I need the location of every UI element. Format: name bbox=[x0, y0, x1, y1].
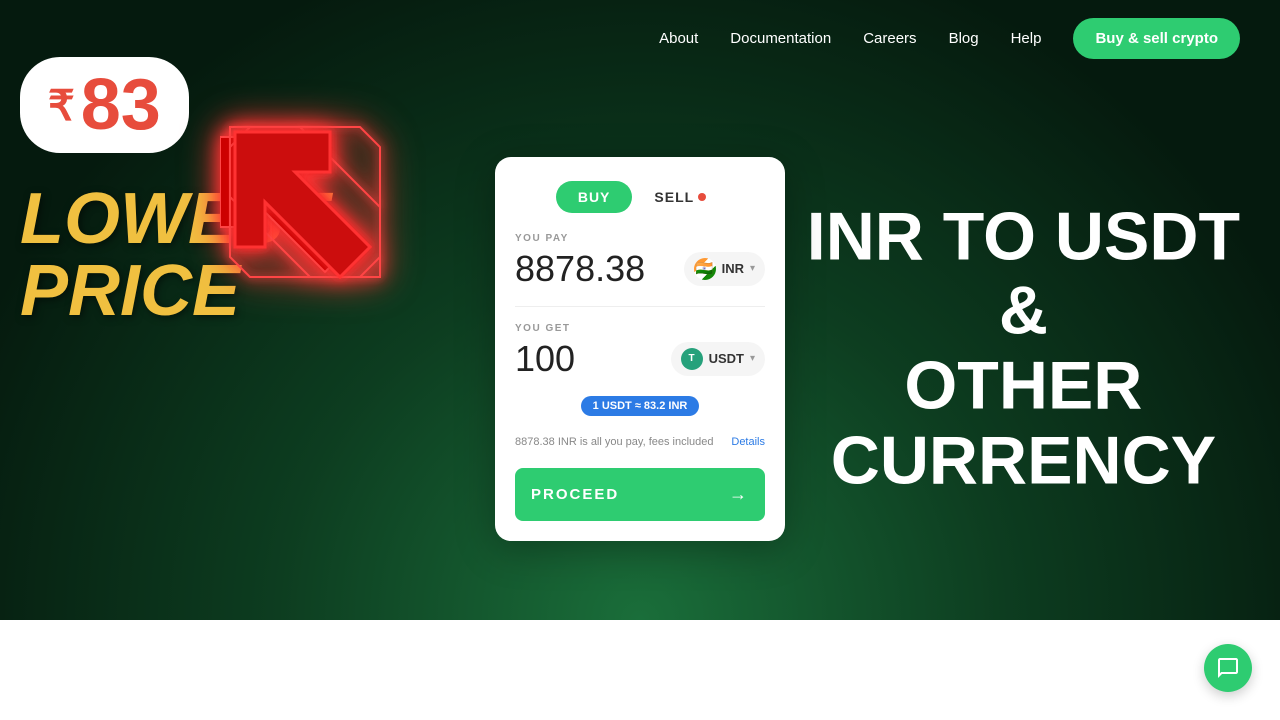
nav-link-careers[interactable]: Careers bbox=[863, 30, 916, 47]
buy-sell-crypto-button[interactable]: Buy & sell crypto bbox=[1073, 18, 1240, 59]
chat-icon bbox=[1216, 656, 1240, 680]
proceed-label: PROCEED bbox=[531, 486, 619, 503]
right-line2: & bbox=[807, 274, 1240, 349]
you-pay-label: YOU PAY bbox=[515, 233, 765, 244]
rate-pill-wrap: 1 USDT ≈ 83.2 INR bbox=[515, 396, 765, 426]
inr-flag: 🇮🇳 bbox=[694, 258, 716, 280]
you-get-row: 100 T USDT ▾ bbox=[515, 338, 765, 380]
left-section: ₹ 83 bbox=[20, 57, 328, 327]
inr-currency-selector[interactable]: 🇮🇳 INR ▾ bbox=[684, 252, 765, 286]
price-badge: ₹ 83 bbox=[20, 57, 189, 153]
price-number: 83 bbox=[81, 69, 161, 141]
tab-buy-button[interactable]: BUY bbox=[556, 181, 633, 213]
right-section: INR TO USDT & OTHER CURRENCY bbox=[807, 199, 1240, 498]
tab-sell-button[interactable]: SELL bbox=[636, 181, 724, 213]
divider bbox=[515, 306, 765, 307]
chevron-down-icon-usdt: ▾ bbox=[750, 353, 755, 364]
details-link[interactable]: Details bbox=[731, 436, 765, 448]
inr-code: INR bbox=[722, 261, 744, 276]
usdt-code: USDT bbox=[709, 351, 744, 366]
chevron-down-icon: ▾ bbox=[750, 263, 755, 274]
chat-button[interactable] bbox=[1204, 644, 1252, 692]
right-line3: OTHER bbox=[807, 349, 1240, 424]
you-get-value: 100 bbox=[515, 338, 575, 380]
rate-pill: 1 USDT ≈ 83.2 INR bbox=[581, 396, 700, 416]
nav-links: About Documentation Careers Blog Help bbox=[659, 30, 1041, 47]
neon-arrow bbox=[220, 117, 400, 297]
usdt-currency-selector[interactable]: T USDT ▾ bbox=[671, 342, 765, 376]
sell-dot bbox=[698, 193, 706, 201]
proceed-button[interactable]: PROCEED → bbox=[515, 468, 765, 521]
right-line1: INR TO USDT bbox=[807, 199, 1240, 274]
hero-section: About Documentation Careers Blog Help Bu… bbox=[0, 0, 1280, 620]
fee-text: 8878.38 INR is all you pay, fees include… bbox=[515, 436, 714, 448]
you-pay-value: 8878.38 bbox=[515, 248, 645, 290]
nav-link-blog[interactable]: Blog bbox=[949, 30, 979, 47]
hero-content: ₹ 83 bbox=[0, 77, 1280, 620]
fee-row: 8878.38 INR is all you pay, fees include… bbox=[515, 436, 765, 448]
right-line4: CURRENCY bbox=[807, 423, 1240, 498]
rupee-symbol: ₹ bbox=[48, 81, 75, 130]
bottom-section bbox=[0, 620, 1280, 720]
nav-link-help[interactable]: Help bbox=[1011, 30, 1042, 47]
nav-link-documentation[interactable]: Documentation bbox=[730, 30, 831, 47]
you-get-label: YOU GET bbox=[515, 323, 765, 334]
card-tabs: BUY SELL bbox=[515, 181, 765, 213]
proceed-arrow-icon: → bbox=[729, 484, 749, 505]
you-pay-row: 8878.38 🇮🇳 INR ▾ bbox=[515, 248, 765, 290]
nav-link-about[interactable]: About bbox=[659, 30, 698, 47]
usdt-flag: T bbox=[681, 348, 703, 370]
exchange-card: BUY SELL YOU PAY 8878.38 🇮🇳 INR ▾ YOU GE… bbox=[495, 157, 785, 541]
